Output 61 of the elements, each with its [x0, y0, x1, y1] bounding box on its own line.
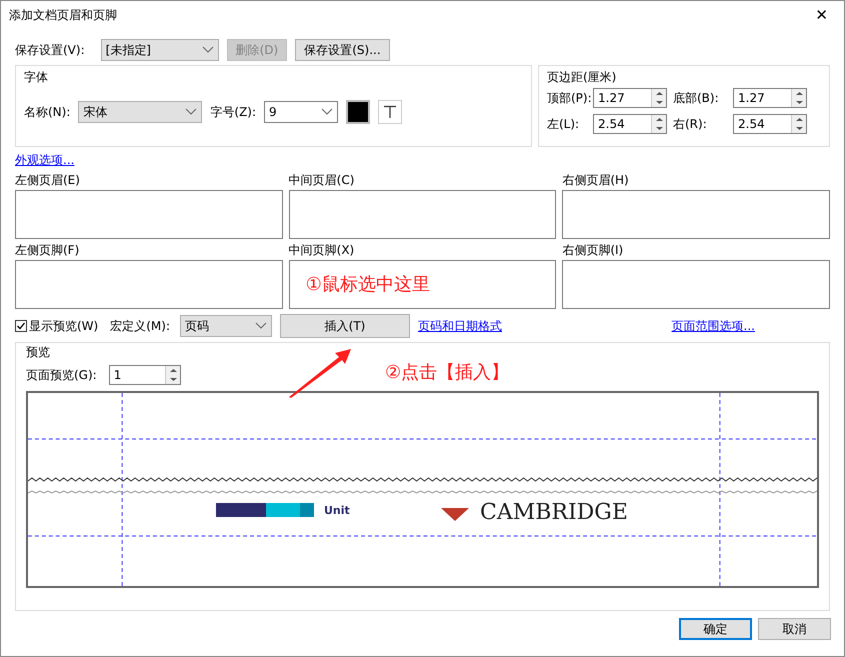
dropdown[interactable]: 宋体: [78, 101, 202, 123]
group-title: 预览: [26, 344, 51, 361]
field-label: 页面预览(G):: [26, 367, 97, 384]
text-area[interactable]: [288, 190, 556, 239]
box-label: 中间页眉(C): [288, 172, 356, 189]
text-area[interactable]: [562, 190, 830, 239]
chevron-down-icon: [202, 46, 214, 54]
field-label: 显示预览(W): [29, 318, 98, 335]
spin-buttons[interactable]: [651, 89, 666, 107]
text-icon: [383, 105, 398, 119]
dropdown[interactable]: 页码: [180, 315, 272, 337]
field-label: 宏定义(M):: [110, 318, 170, 335]
text-area[interactable]: [562, 260, 830, 309]
number-field[interactable]: 1: [108, 365, 181, 385]
color-swatch[interactable]: [346, 100, 370, 124]
page-range-options-link[interactable]: 页面范围选项...: [672, 317, 755, 335]
field-label: 名称(N):: [24, 104, 70, 121]
toolbar-button[interactable]: 保存设置(S)...: [295, 39, 390, 61]
text-style-button[interactable]: [378, 100, 402, 124]
box-label: 左侧页眉(E): [15, 172, 81, 189]
chevron-down-icon: [255, 322, 267, 330]
box-label: 右侧页脚(I): [562, 242, 624, 259]
box-label: 中间页脚(X): [288, 242, 356, 259]
logo-text: Unit: [324, 505, 350, 517]
text-area[interactable]: [15, 260, 283, 309]
brand-text: CAMBRIDGE: [480, 501, 628, 525]
dropdown[interactable]: [未指定]: [100, 39, 219, 61]
insert-button[interactable]: 插入(T): [280, 314, 410, 338]
spin-buttons[interactable]: [791, 115, 806, 133]
size-dropdown[interactable]: 9: [264, 101, 338, 123]
chevron-down-icon: [185, 108, 198, 116]
annotation-text: ①鼠标选中这里: [306, 273, 430, 297]
checkbox[interactable]: [15, 320, 27, 332]
arrow-icon: [287, 347, 353, 399]
field-label: 字号(Z):: [210, 104, 256, 121]
field-label: 左(L):: [547, 116, 580, 133]
number-field[interactable]: 2.54: [733, 114, 807, 134]
box-label: 右侧页眉(H): [562, 172, 630, 189]
group-title: 页边距(厘米): [547, 69, 618, 86]
appearance-options-link[interactable]: 外观选项...: [15, 151, 74, 169]
window-title: 添加文档页眉和页脚: [9, 7, 117, 24]
field-label: 保存设置(V):: [15, 42, 85, 59]
field-label: 底部(B):: [673, 90, 720, 107]
box-label: 左侧页脚(F): [15, 242, 80, 259]
group-title: 字体: [24, 69, 49, 86]
chevron-down-icon: [321, 108, 334, 116]
field-label: 右(R):: [673, 116, 708, 133]
spin-buttons[interactable]: [164, 366, 180, 384]
text-area[interactable]: [15, 190, 283, 239]
spin-buttons[interactable]: [651, 115, 666, 133]
spin-buttons[interactable]: [791, 89, 806, 107]
text-area[interactable]: ①鼠标选中这里: [288, 260, 556, 309]
close-button[interactable]: ✕: [807, 4, 836, 26]
annotation-text: ②点击【插入】: [385, 361, 510, 385]
number-field[interactable]: 1.27: [733, 88, 807, 108]
number-field[interactable]: 2.54: [593, 114, 667, 134]
checkmark-icon: [16, 321, 26, 331]
page-date-format-link[interactable]: 页码和日期格式: [418, 317, 502, 335]
dialog-button[interactable]: 确定: [679, 618, 752, 640]
dialog-button[interactable]: 取消: [758, 618, 831, 640]
number-field[interactable]: 1.27: [593, 88, 667, 108]
